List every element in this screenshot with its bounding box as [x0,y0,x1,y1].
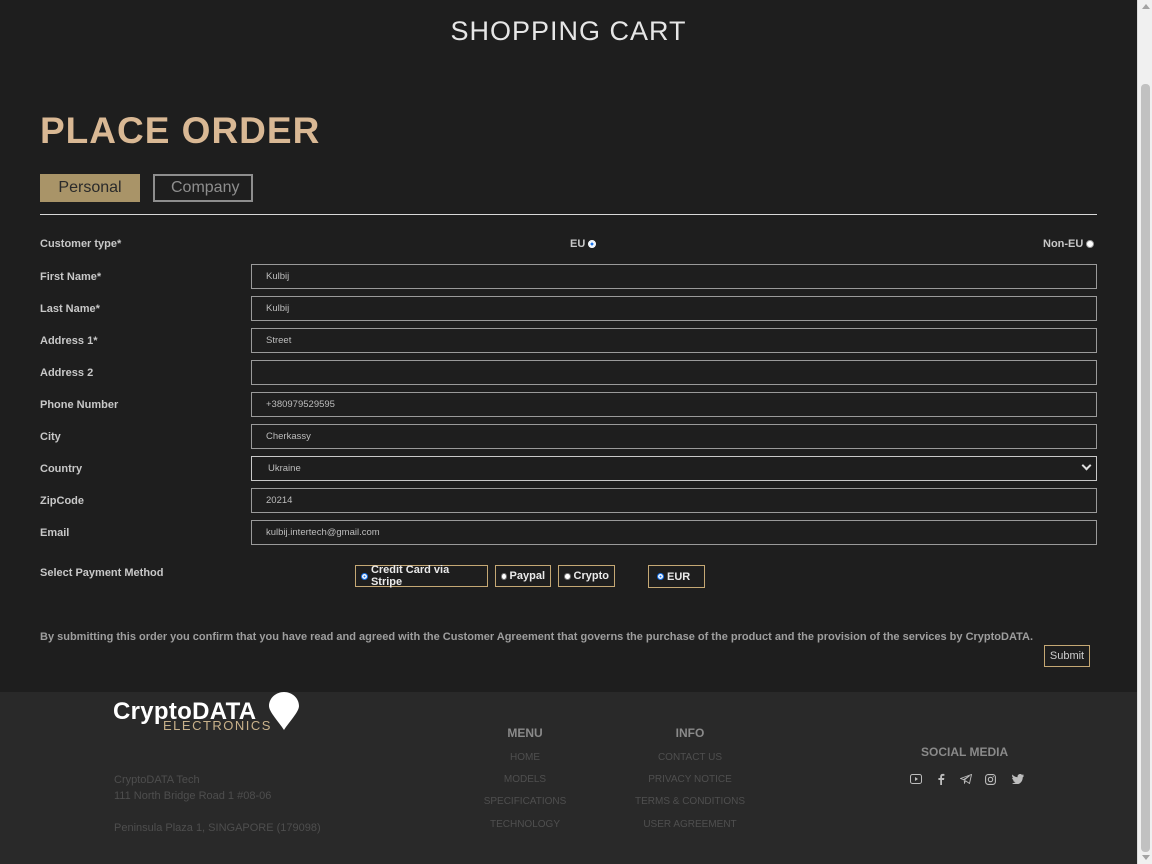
first-name-field[interactable]: Kulbij [251,264,1097,289]
agreement-text: By submitting this order you confirm tha… [40,631,1033,643]
submit-button[interactable]: Submit [1044,645,1090,667]
currency-eur-radio[interactable] [657,573,664,580]
tab-company[interactable]: Company [153,174,253,202]
payment-crypto-radio[interactable] [564,572,571,580]
page-header-title: SHOPPING CART [450,16,687,46]
email-field[interactable]: kulbij.intertech@gmail.com [251,520,1097,545]
footer: CryptoDATA ELECTRONICS CryptoDATA Tech 1… [0,692,1137,864]
customer-type-eu-label: EU [570,238,586,250]
page-scrollbar[interactable] [1137,0,1152,864]
page: SHOPPING CART PLACE ORDER Personal Compa… [0,0,1137,864]
last-name-label: Last Name* [40,303,100,315]
customer-type-label: Customer type* [40,238,122,250]
footer-link-models[interactable]: MODELS [465,774,585,785]
twitter-icon[interactable] [1012,774,1024,784]
logo-text-bottom: ELECTRONICS [163,718,272,733]
currency-eur-button[interactable]: EUR [648,565,705,588]
customer-type-eu-radio[interactable] [588,240,597,248]
customer-type-non-eu[interactable]: Non-EU [1043,238,1095,250]
customer-type-eu[interactable]: EU [570,238,597,250]
scroll-down-icon[interactable] [1142,855,1150,860]
payment-method-label: Select Payment Method [40,567,164,579]
phone-label: Phone Number [40,399,119,411]
footer-link-home[interactable]: HOME [465,752,585,763]
payment-paypal-label: Paypal [509,570,545,582]
currency-eur-label: EUR [667,570,691,583]
footer-link-technology[interactable]: TECHNOLOGY [465,819,585,830]
payment-credit-card-button[interactable]: Credit Card via Stripe [355,564,488,588]
email-label: Email [40,527,70,539]
country-select-value: Ukraine [268,463,301,474]
footer-link-user-agreement[interactable]: USER AGREEMENT [620,819,760,830]
address2-label: Address 2 [40,367,94,379]
address-line-1: CryptoDATA Tech [114,774,200,786]
scroll-up-icon[interactable] [1142,4,1150,9]
payment-crypto-button[interactable]: Crypto [558,565,615,587]
customer-type-non-eu-radio[interactable] [1086,240,1095,248]
divider [40,214,1097,215]
payment-paypal-button[interactable]: Paypal [495,565,551,587]
payment-credit-card-label: Credit Card via Stripe [370,564,450,588]
footer-link-specifications[interactable]: SPECIFICATIONS [465,796,585,807]
payment-credit-card-radio[interactable] [361,572,368,580]
phone-field[interactable]: +380979529595 [251,392,1097,417]
logo-pin-icon [269,692,299,730]
country-select[interactable]: Ukraine [251,456,1097,481]
address1-label: Address 1* [40,335,98,347]
address1-field[interactable]: Street [251,328,1097,353]
tab-personal[interactable]: Personal [40,174,140,202]
footer-info-title: INFO [675,726,705,740]
last-name-field[interactable]: Kulbij [251,296,1097,321]
customer-type-non-eu-label: Non-EU [1043,238,1084,250]
city-label: City [40,431,61,443]
page-title: PLACE ORDER [40,110,321,151]
first-name-label: First Name* [40,271,102,283]
chevron-down-icon [1081,460,1092,471]
city-field[interactable]: Cherkassy [251,424,1097,449]
address-line-2: 111 North Bridge Road 1 #08-06 [114,790,272,802]
address-line-3: Peninsula Plaza 1, SINGAPORE (179098) [114,822,321,834]
instagram-icon[interactable] [985,774,996,785]
country-label: Country [40,463,83,475]
address2-field[interactable] [251,360,1097,385]
footer-link-terms[interactable]: TERMS & CONDITIONS [620,796,760,807]
youtube-icon[interactable] [910,774,922,784]
customer-tabs: Personal Company [40,174,253,202]
footer-menu-title: MENU [507,726,543,740]
footer-link-contact[interactable]: CONTACT US [620,752,760,763]
payment-crypto-label: Crypto [573,570,609,582]
footer-link-privacy[interactable]: PRIVACY NOTICE [620,774,760,785]
payment-paypal-radio[interactable] [501,572,507,580]
facebook-icon[interactable] [937,773,945,785]
zip-field[interactable]: 20214 [251,488,1097,513]
telegram-icon[interactable] [960,774,972,784]
zip-label: ZipCode [40,495,84,507]
social-media-title: SOCIAL MEDIA [921,745,1009,759]
scrollbar-thumb[interactable] [1141,84,1150,852]
